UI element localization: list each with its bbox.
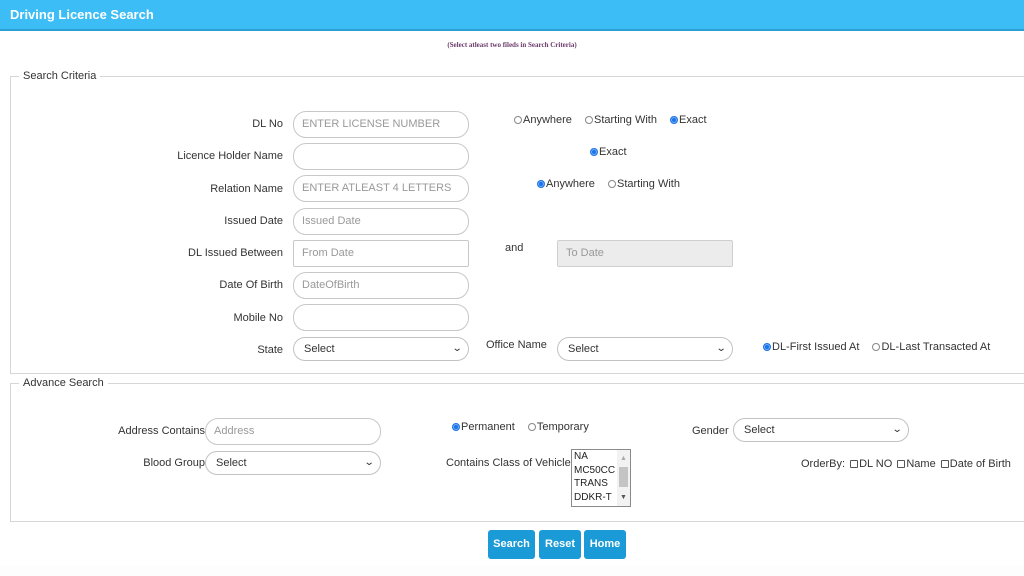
dob-input[interactable]: DateOfBirth	[293, 272, 469, 299]
state-select[interactable]: Select ⌄	[293, 337, 469, 361]
checkbox-name[interactable]	[897, 460, 906, 468]
search-button[interactable]: Search	[488, 530, 535, 559]
page-title: Driving Licence Search	[10, 7, 154, 22]
dl-no-label: DL No	[252, 118, 283, 130]
gender-label: Gender	[692, 425, 729, 437]
checkbox-dob[interactable]	[940, 460, 949, 468]
chevron-down-icon: ⌄	[363, 457, 375, 468]
radio-icon	[872, 343, 881, 351]
to-date-input[interactable]: To Date	[557, 240, 733, 267]
order-by-group: OrderBy: DL NO Name Date of Birth	[801, 458, 1011, 470]
vehicle-class-label: Contains Class of Vehicle	[446, 457, 571, 469]
mobile-input[interactable]	[293, 304, 469, 331]
radio-checked-icon	[763, 343, 771, 351]
address-input[interactable]: Address	[205, 418, 381, 445]
holder-name-match-radio-group: Exact	[590, 146, 637, 159]
instruction-note: (Select atleast two fileds in Search Cri…	[447, 41, 577, 49]
advance-search-legend: Advance Search	[23, 377, 104, 389]
listbox-scrollbar[interactable]: ▲ ▼	[617, 450, 630, 506]
chevron-down-icon: ⌄	[891, 424, 903, 435]
chevron-down-icon: ⌄	[715, 343, 727, 354]
radio-temporary[interactable]: Temporary	[527, 421, 589, 433]
home-button[interactable]: Home	[584, 530, 626, 559]
scroll-down-icon[interactable]: ▼	[617, 491, 630, 505]
radio-permanent[interactable]: Permanent	[452, 421, 515, 433]
office-mode-radio-group: DL-First Issued At DL-Last Transacted At	[763, 341, 1000, 354]
search-criteria-legend: Search Criteria	[23, 70, 97, 82]
office-name-select[interactable]: Select ⌄	[557, 337, 733, 361]
state-label: State	[257, 344, 283, 356]
mobile-label: Mobile No	[233, 312, 283, 324]
radio-dl-starting-with[interactable]: Starting With	[584, 114, 657, 126]
radio-checked-icon	[452, 423, 460, 431]
radio-icon	[527, 423, 536, 431]
radio-dl-anywhere[interactable]: Anywhere	[514, 114, 572, 126]
dob-label: Date Of Birth	[219, 279, 283, 291]
radio-checked-icon	[590, 148, 598, 156]
radio-icon	[584, 116, 593, 124]
radio-checked-icon	[537, 180, 545, 188]
footer-strip	[0, 566, 1024, 576]
issued-date-input[interactable]: Issued Date	[293, 208, 469, 235]
address-label: Address Contains	[118, 425, 205, 437]
relation-name-input[interactable]: ENTER ATLEAST 4 LETTERS	[293, 175, 469, 202]
address-type-radio-group: Permanent Temporary	[452, 421, 599, 434]
office-name-label: Office Name	[486, 339, 547, 351]
relation-name-label: Relation Name	[210, 183, 283, 195]
dl-no-input[interactable]: ENTER LICENSE NUMBER	[293, 111, 469, 138]
blood-group-select[interactable]: Select ⌄	[205, 451, 381, 475]
scrollbar-thumb[interactable]	[619, 467, 628, 487]
vehicle-class-listbox[interactable]: NA MC50CC TRANS DDKR-T ▲ ▼	[571, 449, 631, 507]
holder-name-input[interactable]	[293, 143, 469, 170]
and-label: and	[505, 242, 524, 254]
radio-relation-anywhere[interactable]: Anywhere	[537, 178, 595, 190]
advance-search-section: Advance Search	[10, 377, 1024, 522]
radio-first-issued[interactable]: DL-First Issued At	[763, 341, 859, 353]
radio-icon	[514, 116, 522, 124]
chevron-down-icon: ⌄	[451, 343, 463, 354]
checkbox-dl-no[interactable]	[850, 460, 859, 468]
issued-date-label: Issued Date	[224, 215, 283, 227]
reset-button[interactable]: Reset	[539, 530, 581, 559]
app-header: Driving Licence Search	[0, 0, 1024, 31]
order-by-label: OrderBy:	[801, 458, 846, 470]
dl-no-match-radio-group: Anywhere Starting With Exact	[514, 114, 717, 127]
from-date-input[interactable]: From Date	[293, 240, 469, 267]
radio-icon	[607, 180, 616, 188]
relation-match-radio-group: Anywhere Starting With	[537, 178, 690, 191]
gender-select[interactable]: Select ⌄	[733, 418, 909, 442]
radio-name-exact[interactable]: Exact	[590, 146, 627, 158]
dl-issued-between-label: DL Issued Between	[188, 247, 283, 259]
blood-group-label: Blood Group	[143, 457, 205, 469]
radio-last-transacted[interactable]: DL-Last Transacted At	[872, 341, 990, 353]
radio-dl-exact[interactable]: Exact	[670, 114, 707, 126]
radio-checked-icon	[670, 116, 679, 124]
holder-name-label: Licence Holder Name	[177, 150, 283, 162]
scroll-up-icon[interactable]: ▲	[617, 452, 630, 466]
radio-relation-starting-with[interactable]: Starting With	[607, 178, 680, 190]
